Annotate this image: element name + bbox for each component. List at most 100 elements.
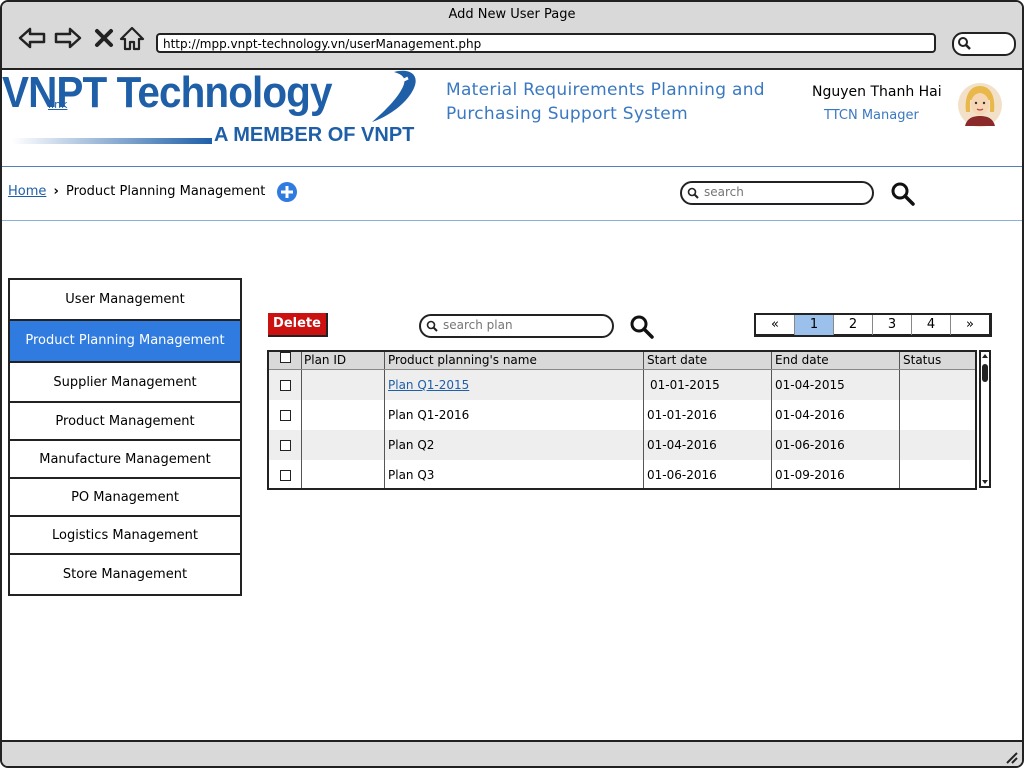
sidebar-item-supplier-management[interactable]: Supplier Management	[8, 362, 242, 402]
start-date-cell: 01-01-2016	[644, 400, 772, 430]
select-all-cell	[269, 352, 302, 369]
end-date-cell: 01-06-2016	[772, 430, 900, 460]
sidebar-item-logistics-management[interactable]: Logistics Management	[8, 516, 242, 554]
table-scrollbar[interactable]	[979, 350, 991, 488]
pagination: « 1 2 3 4 »	[754, 313, 992, 337]
breadcrumb-bar: Home › Product Planning Management	[2, 168, 1022, 221]
row-checkbox[interactable]	[279, 409, 291, 421]
resize-grip-icon[interactable]	[1004, 750, 1018, 764]
end-date-cell: 01-09-2016	[772, 460, 900, 488]
start-date-cell: 01-01-2015	[644, 370, 772, 400]
column-header-status[interactable]: Status	[900, 352, 975, 369]
plan-id-cell	[302, 460, 385, 488]
plus-icon	[281, 186, 293, 198]
vnpt-logo: VNPT Technology A MEMBER OF VNPT link	[2, 68, 422, 160]
status-cell	[900, 370, 975, 400]
search-icon[interactable]	[629, 314, 655, 340]
top-search-field[interactable]	[702, 184, 856, 200]
breadcrumb-home[interactable]: Home	[8, 184, 46, 199]
forward-arrow-icon[interactable]	[54, 24, 82, 52]
browser-titlebar: Add New User Page http://mpp.vnpt-techno…	[2, 2, 1022, 70]
column-header-plan-id[interactable]: Plan ID	[302, 352, 385, 369]
add-plan-button[interactable]	[277, 182, 297, 202]
sidebar-item-manufacture-management[interactable]: Manufacture Management	[8, 440, 242, 478]
search-icon	[687, 187, 699, 199]
select-all-checkbox[interactable]	[279, 352, 291, 363]
row-checkbox-cell	[269, 460, 302, 488]
page-header: VNPT Technology A MEMBER OF VNPT link Ma…	[2, 68, 1022, 167]
window-title: Add New User Page	[448, 7, 576, 22]
plan-id-cell	[302, 430, 385, 460]
system-name-line2: Purchasing Support System	[446, 104, 688, 124]
row-checkbox-cell	[269, 400, 302, 430]
delete-button[interactable]: Delete	[268, 313, 328, 337]
browser-window: Add New User Page http://mpp.vnpt-techno…	[0, 0, 1024, 768]
sidebar-item-po-management[interactable]: PO Management	[8, 478, 242, 516]
scrollbar-thumb[interactable]	[982, 364, 988, 382]
row-checkbox-cell	[269, 370, 302, 400]
page-next-button[interactable]: »	[951, 315, 989, 335]
sidebar-item-store-management[interactable]: Store Management	[8, 554, 242, 596]
plan-name-link[interactable]: Plan Q1-2015	[388, 378, 469, 392]
column-header-end-date[interactable]: End date	[772, 352, 900, 369]
plan-name-cell: Plan Q3	[385, 460, 644, 488]
user-role: TTCN Manager	[824, 108, 919, 123]
status-cell	[900, 400, 975, 430]
breadcrumb-current: Product Planning Management	[66, 184, 266, 199]
avatar[interactable]	[957, 82, 1003, 128]
plan-name-cell: Plan Q1-2015	[385, 370, 644, 400]
plan-name-cell: Plan Q2	[385, 430, 644, 460]
sidebar: User Management Product Planning Managem…	[8, 278, 242, 596]
page-prev-button[interactable]: «	[756, 315, 795, 335]
logo-link[interactable]: link	[48, 98, 67, 111]
plan-search-field[interactable]	[441, 317, 595, 333]
logo-tagline: A MEMBER OF VNPT	[214, 124, 415, 146]
scroll-up-icon[interactable]	[981, 352, 989, 360]
start-date: 01-01-2015	[650, 378, 720, 392]
row-checkbox[interactable]	[279, 439, 291, 451]
sidebar-item-product-planning-management[interactable]: Product Planning Management	[8, 320, 242, 362]
table-row: Plan Q3 01-06-2016 01-09-2016	[269, 460, 975, 488]
sidebar-item-user-management[interactable]: User Management	[8, 278, 242, 320]
search-icon[interactable]	[890, 181, 916, 207]
page-button-2[interactable]: 2	[834, 315, 873, 335]
table-row: Plan Q2 01-04-2016 01-06-2016	[269, 430, 975, 460]
page-button-4[interactable]: 4	[912, 315, 951, 335]
search-icon	[426, 320, 438, 332]
row-checkbox[interactable]	[279, 469, 291, 481]
top-search-input[interactable]	[680, 181, 874, 205]
status-cell	[900, 460, 975, 488]
end-date-cell: 01-04-2016	[772, 400, 900, 430]
system-name: Material Requirements Planning and Purch…	[446, 78, 765, 126]
row-checkbox[interactable]	[279, 379, 291, 391]
plan-name-cell: Plan Q1-2016	[385, 400, 644, 430]
browser-statusbar	[2, 740, 1022, 766]
breadcrumb-separator: ›	[53, 184, 59, 199]
plans-table: Plan ID Product planning's name Start da…	[267, 350, 977, 490]
sidebar-item-product-management[interactable]: Product Management	[8, 402, 242, 440]
column-header-name[interactable]: Product planning's name	[385, 352, 644, 369]
start-date-cell: 01-06-2016	[644, 460, 772, 488]
search-icon	[958, 37, 971, 50]
page-button-3[interactable]: 3	[873, 315, 912, 335]
logo-swoosh-icon	[372, 70, 416, 122]
scroll-down-icon[interactable]	[981, 478, 989, 486]
address-bar[interactable]: http://mpp.vnpt-technology.vn/userManage…	[156, 33, 936, 53]
breadcrumb: Home › Product Planning Management	[8, 184, 265, 199]
home-icon[interactable]	[118, 24, 146, 52]
row-checkbox-cell	[269, 430, 302, 460]
close-icon[interactable]	[90, 24, 118, 52]
page-button-1[interactable]: 1	[795, 315, 834, 335]
table-row: Plan Q1-2015 01-01-2015 01-04-2015	[269, 370, 975, 400]
browser-search-box[interactable]	[952, 32, 1016, 56]
plan-id-cell	[302, 370, 385, 400]
table-row: Plan Q1-2016 01-01-2016 01-04-2016	[269, 400, 975, 430]
table-header: Plan ID Product planning's name Start da…	[269, 352, 975, 370]
plan-id-cell	[302, 400, 385, 430]
user-name[interactable]: Nguyen Thanh Hai	[812, 84, 942, 100]
plan-search-input[interactable]	[419, 314, 614, 338]
start-date-cell: 01-04-2016	[644, 430, 772, 460]
back-arrow-icon[interactable]	[18, 24, 46, 52]
logo-underline	[12, 138, 212, 144]
column-header-start-date[interactable]: Start date	[644, 352, 772, 369]
